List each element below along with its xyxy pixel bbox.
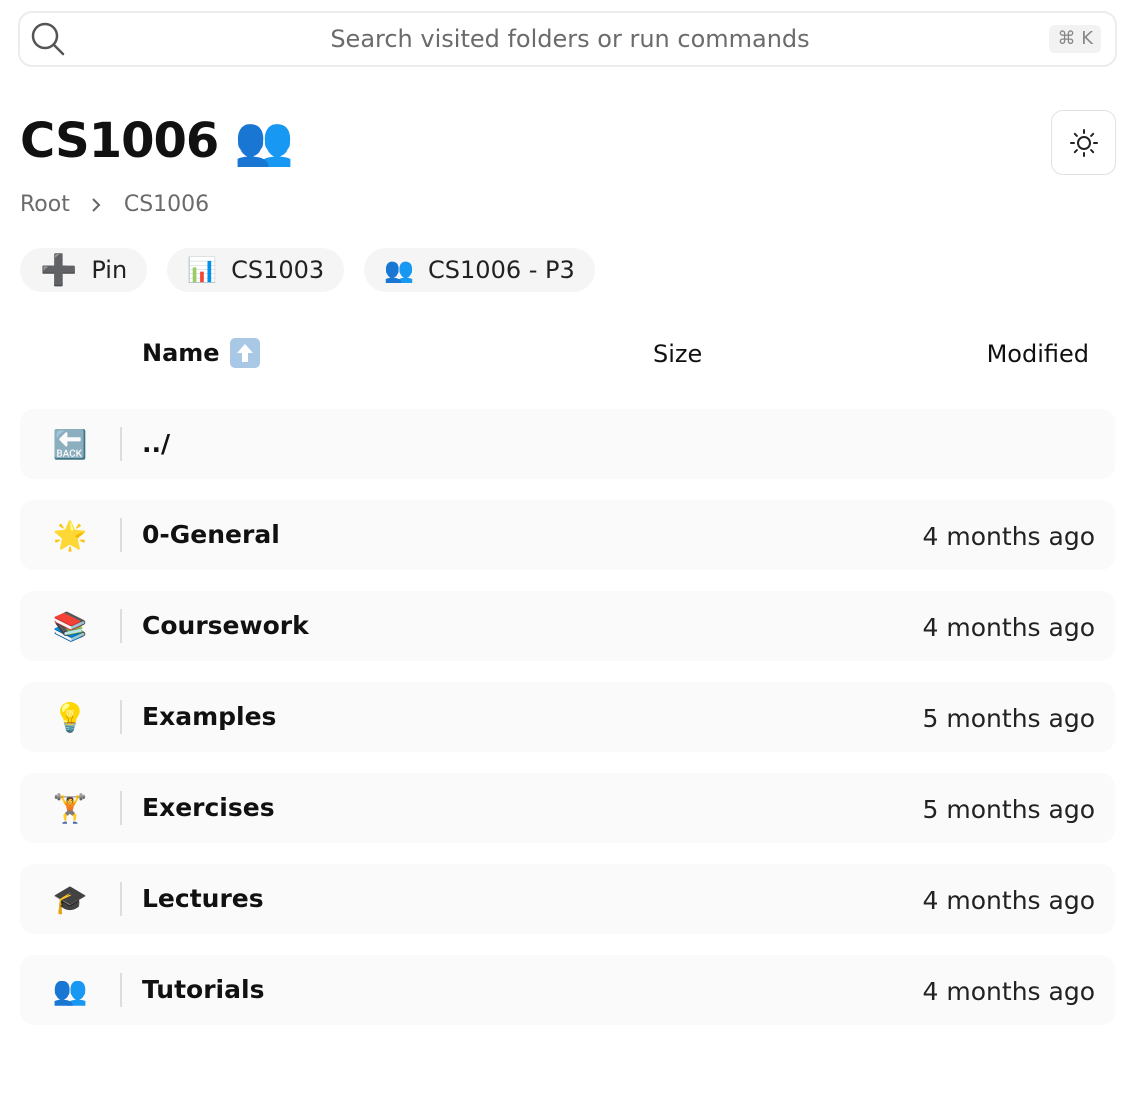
- column-header-size[interactable]: Size: [653, 340, 702, 368]
- chip-cs1006-p3[interactable]: 👥 CS1006 - P3: [364, 248, 595, 292]
- table-row[interactable]: 👥 Tutorials 4 months ago: [20, 955, 1115, 1025]
- pinned-chips: ➕ Pin 📊 CS1003 👥 CS1006 - P3: [20, 248, 615, 292]
- row-divider: [120, 427, 122, 461]
- row-modified: 4 months ago: [922, 613, 1095, 642]
- row-name: Coursework: [142, 611, 309, 640]
- plus-icon: ➕: [40, 252, 78, 288]
- chip-label: CS1006 - P3: [428, 256, 575, 284]
- chip-cs1003[interactable]: 📊 CS1003: [167, 248, 345, 292]
- row-divider: [120, 791, 122, 825]
- breadcrumb-current[interactable]: CS1006: [124, 192, 209, 217]
- row-divider: [120, 700, 122, 734]
- row-name: Tutorials: [142, 975, 265, 1004]
- chip-label: CS1003: [231, 256, 325, 284]
- row-modified: 4 months ago: [922, 977, 1095, 1006]
- row-divider: [120, 518, 122, 552]
- weightlifter-icon: 🏋: [52, 792, 88, 825]
- table-row[interactable]: 🎓 Lectures 4 months ago: [20, 864, 1115, 934]
- back-icon: 🔙: [52, 428, 88, 461]
- pin-button[interactable]: ➕ Pin: [20, 248, 148, 292]
- row-modified: 4 months ago: [922, 522, 1095, 551]
- row-name: Lectures: [142, 884, 264, 913]
- row-divider: [120, 882, 122, 916]
- row-modified: 5 months ago: [922, 704, 1095, 733]
- sun-icon: [1069, 128, 1098, 157]
- search-input[interactable]: [80, 17, 1060, 61]
- group-icon: 👥: [384, 256, 415, 284]
- row-name: Examples: [142, 702, 277, 731]
- shortcut-badge: ⌘ K: [1049, 25, 1101, 53]
- group-icon: 👥: [52, 974, 88, 1007]
- row-name: 0-General: [142, 520, 280, 549]
- row-modified: 5 months ago: [922, 795, 1095, 824]
- arrow-up-icon: [229, 338, 260, 368]
- page-title: CS1006 👥: [20, 112, 294, 169]
- graduation-cap-icon: 🎓: [52, 883, 88, 916]
- chip-label: Pin: [91, 256, 128, 284]
- table-row[interactable]: 🏋 Exercises 5 months ago: [20, 773, 1115, 843]
- column-header-name[interactable]: Name: [142, 338, 260, 368]
- bar-chart-icon: 📊: [187, 256, 218, 284]
- column-header-modified[interactable]: Modified: [987, 340, 1089, 368]
- table-row[interactable]: 💡 Examples 5 months ago: [20, 682, 1115, 752]
- row-name: ../: [142, 429, 171, 458]
- column-name-label: Name: [142, 339, 220, 367]
- breadcrumb-root[interactable]: Root: [20, 192, 70, 217]
- page-title-text: CS1006: [20, 113, 219, 169]
- chevron-right-icon: [90, 197, 102, 213]
- row-divider: [120, 973, 122, 1007]
- light-bulb-icon: 💡: [52, 701, 88, 734]
- books-icon: 📚: [52, 610, 88, 643]
- row-modified: 4 months ago: [922, 886, 1095, 915]
- star-icon: 🌟: [52, 519, 88, 552]
- row-name: Exercises: [142, 793, 275, 822]
- search-bar[interactable]: ⌘ K: [18, 11, 1117, 67]
- table-row[interactable]: 🌟 0-General 4 months ago: [20, 500, 1115, 570]
- table-row[interactable]: 📚 Coursework 4 months ago: [20, 591, 1115, 661]
- table-row-parent[interactable]: 🔙 ../: [20, 409, 1115, 479]
- row-divider: [120, 609, 122, 643]
- search-icon: [31, 22, 65, 56]
- group-icon: 👥: [234, 113, 294, 169]
- breadcrumb: Root CS1006: [20, 192, 209, 217]
- theme-toggle-button[interactable]: [1051, 110, 1116, 175]
